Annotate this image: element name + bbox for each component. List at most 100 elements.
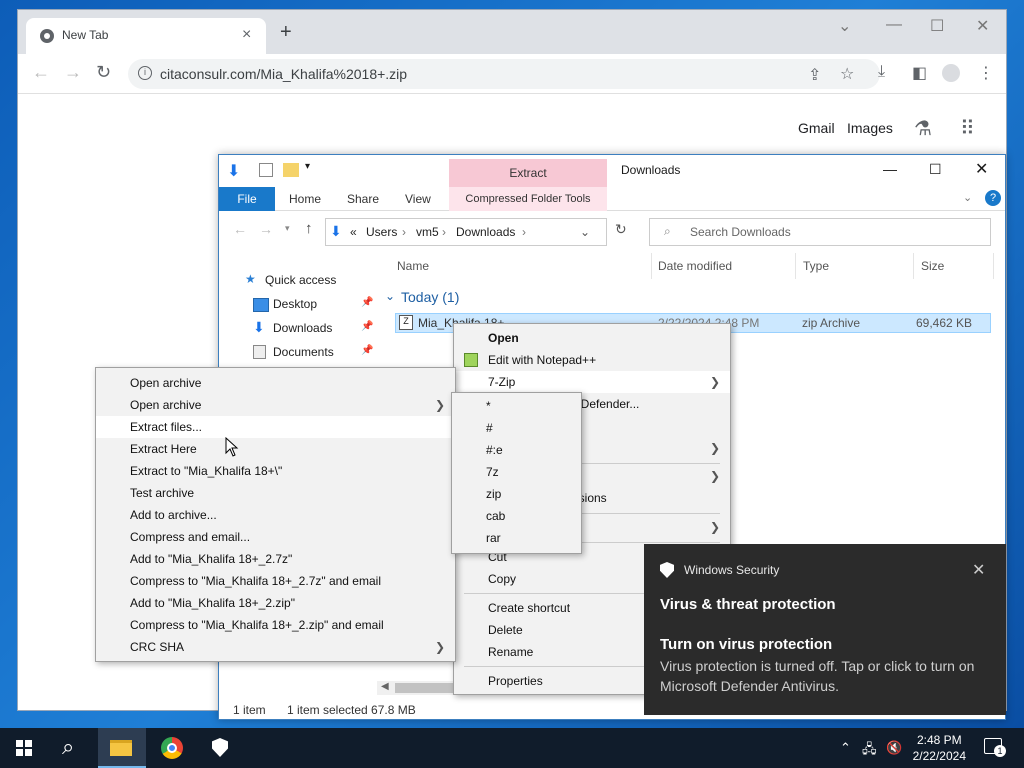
notification-center-icon[interactable]: 1 <box>984 738 1006 757</box>
tab-view[interactable]: View <box>405 192 431 206</box>
chevron-down-icon[interactable]: ⌄ <box>838 16 851 36</box>
taskbar-file-explorer[interactable] <box>98 728 146 768</box>
menu-label: * <box>486 399 491 413</box>
up-icon[interactable]: ↑ <box>305 220 313 237</box>
breadcrumb-prefix[interactable]: « <box>350 225 357 239</box>
menu-edit-notepad[interactable]: Edit with Notepad++ <box>454 349 730 371</box>
breadcrumb-vm5[interactable]: vm5 <box>416 225 439 239</box>
tab-file[interactable]: File <box>219 187 275 211</box>
menu-open-archive[interactable]: Open archive <box>96 372 455 394</box>
nav-downloads[interactable]: Downloads <box>273 321 332 335</box>
back-icon[interactable]: ← <box>32 62 50 83</box>
menu-add-to-archive[interactable]: Add to archive... <box>96 504 455 526</box>
new-folder-icon[interactable] <box>283 163 299 177</box>
menu-type-rar[interactable]: rar <box>452 527 581 549</box>
back-icon[interactable]: ← <box>233 221 247 237</box>
group-today[interactable]: Today (1) <box>401 289 459 305</box>
tray-chevron-up-icon[interactable]: ⌃ <box>840 740 851 756</box>
images-link[interactable]: Images <box>847 120 893 136</box>
maximize-icon[interactable]: ☐ <box>930 16 944 36</box>
column-size[interactable]: Size <box>921 259 944 273</box>
breadcrumb-users[interactable]: Users <box>366 225 397 239</box>
search-input[interactable]: ⌕ Search Downloads <box>649 218 991 246</box>
taskbar-clock[interactable]: 2:48 PM 2/22/2024 <box>913 732 966 764</box>
taskbar-chrome[interactable] <box>148 728 196 768</box>
quick-access-download-icon[interactable]: ⬇ <box>227 161 240 181</box>
nav-desktop[interactable]: Desktop <box>273 297 317 311</box>
menu-compress-zip-email[interactable]: Compress to "Mia_Khalifa 18+_2.zip" and … <box>96 614 455 636</box>
menu-extract-files[interactable]: Extract files... <box>96 416 455 438</box>
column-date-modified[interactable]: Date modified <box>658 259 732 273</box>
gmail-link[interactable]: Gmail <box>798 120 835 136</box>
forward-icon[interactable]: → <box>259 221 273 237</box>
menu-type-hash-e[interactable]: #:e <box>452 439 581 461</box>
column-name[interactable]: Name <box>397 259 429 273</box>
ribbon-expand-icon[interactable]: ⌄ <box>963 191 972 204</box>
tab-close-icon[interactable]: × <box>242 26 251 44</box>
help-icon[interactable]: ? <box>985 190 1001 206</box>
windows-security-toast[interactable]: Windows Security ✕ Virus & threat protec… <box>644 544 1006 715</box>
forward-icon[interactable]: → <box>64 62 82 83</box>
minimize-icon[interactable]: — <box>883 161 897 177</box>
menu-compress-email[interactable]: Compress and email... <box>96 526 455 548</box>
close-icon[interactable]: ✕ <box>972 560 985 580</box>
refresh-icon[interactable]: ↻ <box>615 221 627 238</box>
menu-crc-sha[interactable]: CRC SHA ❯ <box>96 636 455 658</box>
menu-type-hash[interactable]: # <box>452 417 581 439</box>
close-icon[interactable]: ✕ <box>976 16 989 36</box>
menu-open[interactable]: Open <box>454 327 730 349</box>
minimize-icon[interactable]: — <box>886 16 902 34</box>
breadcrumb-downloads[interactable]: Downloads <box>456 225 515 239</box>
group-chevron-icon[interactable]: ⌄ <box>385 289 395 303</box>
taskbar-windows-security[interactable] <box>196 728 244 768</box>
column-type[interactable]: Type <box>803 259 829 273</box>
tab-home[interactable]: Home <box>289 192 321 206</box>
side-panel-icon[interactable]: ◧ <box>912 63 927 83</box>
nav-quick-access[interactable]: Quick access <box>265 273 336 287</box>
menu-extract-here[interactable]: Extract Here <box>96 438 455 460</box>
menu-add-to-7z[interactable]: Add to "Mia_Khalifa 18+_2.7z" <box>96 548 455 570</box>
more-menu-icon[interactable]: ⋮ <box>978 63 994 83</box>
menu-7zip[interactable]: 7-Zip ❯ <box>454 371 730 393</box>
menu-type-all[interactable]: * <box>452 395 581 417</box>
toast-app-name: Windows Security <box>684 563 780 577</box>
close-icon[interactable]: ✕ <box>975 159 988 179</box>
profile-avatar-icon[interactable] <box>942 64 960 82</box>
download-icon[interactable]: ⤓ <box>878 63 885 81</box>
tab-share[interactable]: Share <box>347 192 379 206</box>
tab-compressed-folder-tools[interactable]: Compressed Folder Tools <box>449 187 607 211</box>
file-size: 69,462 KB <box>916 316 973 330</box>
address-bar[interactable]: i citaconsulr.com/Mia_Khalifa%2018+.zip … <box>128 59 880 89</box>
qat-dropdown-icon[interactable]: ▾ <box>305 161 310 172</box>
nav-documents[interactable]: Documents <box>273 345 334 359</box>
documents-icon <box>253 345 266 359</box>
new-tab-button[interactable]: + <box>280 22 292 42</box>
labs-flask-icon[interactable]: ⚗ <box>914 116 932 141</box>
search-button[interactable]: ⌕ <box>48 728 96 768</box>
address-bar[interactable]: ⬇ « Users › vm5 › Downloads › ⌄ <box>325 218 607 246</box>
reload-icon[interactable]: ↻ <box>96 62 111 83</box>
menu-compress-7z-email[interactable]: Compress to "Mia_Khalifa 18+_2.7z" and e… <box>96 570 455 592</box>
tab-new-tab[interactable]: New Tab × <box>26 18 266 54</box>
maximize-icon[interactable]: ☐ <box>929 161 942 178</box>
scroll-left-icon[interactable]: ◀ <box>381 681 389 692</box>
menu-add-to-zip[interactable]: Add to "Mia_Khalifa 18+_2.zip" <box>96 592 455 614</box>
tab-extract[interactable]: Extract <box>449 159 607 187</box>
menu-type-7z[interactable]: 7z <box>452 461 581 483</box>
menu-extract-to[interactable]: Extract to "Mia_Khalifa 18+\" <box>96 460 455 482</box>
scrollbar-thumb[interactable] <box>395 683 455 693</box>
menu-test-archive[interactable]: Test archive <box>96 482 455 504</box>
properties-icon[interactable] <box>259 163 273 177</box>
star-icon[interactable]: ☆ <box>840 64 854 84</box>
address-dropdown-icon[interactable]: ⌄ <box>580 225 590 239</box>
menu-open-archive-sub[interactable]: Open archive ❯ <box>96 394 455 416</box>
volume-muted-icon[interactable]: 🔇 <box>886 740 902 756</box>
apps-grid-icon[interactable]: ⠿ <box>960 116 975 141</box>
recent-dropdown-icon[interactable]: ▾ <box>285 223 290 234</box>
info-icon[interactable]: i <box>138 66 152 80</box>
menu-type-zip[interactable]: zip <box>452 483 581 505</box>
share-icon[interactable]: ⇪ <box>808 65 821 85</box>
start-button[interactable] <box>0 728 48 768</box>
network-icon[interactable]: 🖧 <box>862 740 877 762</box>
menu-type-cab[interactable]: cab <box>452 505 581 527</box>
